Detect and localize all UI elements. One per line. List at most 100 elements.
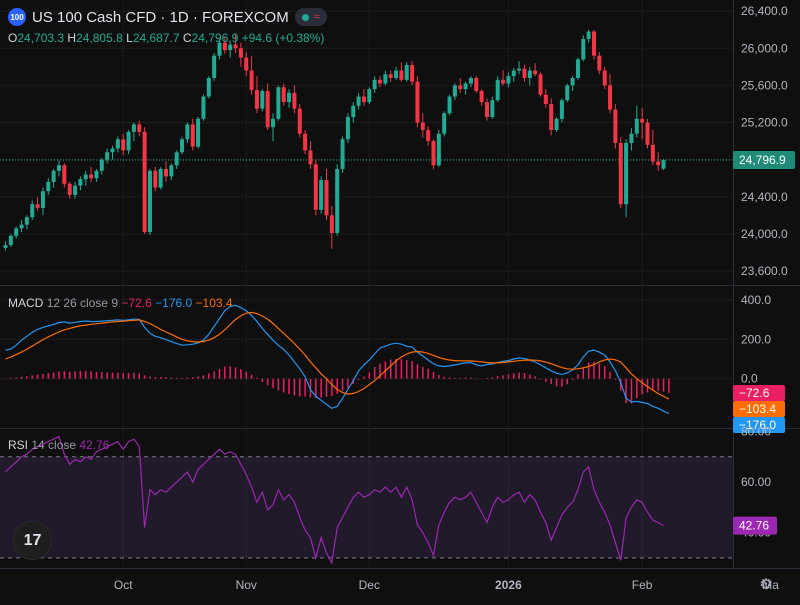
macd-hist-bar xyxy=(598,363,601,379)
gear-icon[interactable]: ⚙ xyxy=(757,576,775,594)
ohlc-high-label: H xyxy=(67,31,77,45)
macd-hist-bar xyxy=(577,374,579,379)
rsi-legend[interactable]: RSI 14 close 42.76 xyxy=(8,438,109,452)
macd-hist-bar xyxy=(250,374,253,379)
macd-hist-bar xyxy=(63,371,66,379)
time-tick-label: Nov xyxy=(236,578,257,592)
candle-body xyxy=(3,245,8,248)
macd-hist-bar xyxy=(341,378,344,391)
candle-body xyxy=(394,70,399,78)
macd-tick-label: 0.0 xyxy=(741,372,758,386)
macd-hist-bar xyxy=(614,378,617,380)
candle-body xyxy=(324,180,329,216)
market-status-pill[interactable]: ≈ xyxy=(294,8,327,26)
candle-body xyxy=(99,159,104,171)
ohlc-close-label: C xyxy=(182,31,192,45)
candle-body xyxy=(19,224,24,229)
macd-hist-bar xyxy=(422,366,424,379)
candle-body xyxy=(271,118,275,128)
candle-body xyxy=(308,150,313,165)
candle-body xyxy=(265,90,270,128)
macd-hist-bar xyxy=(448,377,451,379)
macd-hist-bar xyxy=(229,366,231,379)
macd-hist-bar xyxy=(85,370,87,379)
candle-body xyxy=(549,103,554,130)
candle-body xyxy=(527,70,532,78)
macd-hist-bar xyxy=(106,372,108,379)
macd-hist-bar xyxy=(561,378,563,387)
candle-body xyxy=(174,152,179,166)
candle-body xyxy=(57,165,61,171)
candle-body xyxy=(367,89,372,103)
macd-hist-bar xyxy=(159,376,162,379)
candle-body xyxy=(624,142,629,205)
rsi-legend-params: 14 close xyxy=(31,438,77,452)
candle-body xyxy=(24,217,29,225)
candle-body xyxy=(442,113,447,134)
macd-hist-bar xyxy=(58,371,60,379)
candle-body xyxy=(490,100,495,117)
macd-hist-bar xyxy=(299,378,301,397)
candle-body xyxy=(287,92,292,103)
candle-body xyxy=(46,181,51,192)
macd-hist-bar xyxy=(47,372,50,379)
macd-hist-bar xyxy=(411,361,413,379)
macd-hist-bar xyxy=(90,371,92,379)
candle-body xyxy=(233,44,238,49)
candle-body xyxy=(131,124,136,132)
macd-hist-bar xyxy=(368,372,371,379)
candle-body xyxy=(206,77,211,97)
macd-hist-bar xyxy=(74,371,76,379)
symbol-title[interactable]: US 100 Cash CFD · 1D · FOREXCOM xyxy=(32,9,289,26)
candle-body xyxy=(634,118,639,134)
macd-legend-name: MACD xyxy=(8,296,44,310)
candle-body xyxy=(110,148,115,153)
macd-legend-signal: −103.4 xyxy=(195,296,233,310)
candle-body xyxy=(351,105,356,117)
candle-body xyxy=(62,165,67,184)
rsi-tick-label: 80.00 xyxy=(741,425,771,439)
candle-body xyxy=(650,144,655,162)
candle-body xyxy=(474,77,479,91)
macd-hist-bar xyxy=(641,378,643,395)
macd-hist-bar xyxy=(523,372,526,379)
macd-hist-bar xyxy=(208,373,210,379)
macd-hist-bar xyxy=(491,377,494,379)
macd-hist-bar xyxy=(36,374,39,379)
candle-body xyxy=(608,85,613,110)
macd-legend[interactable]: MACD 12 26 close 9 −72.6 −176.0 −103.4 xyxy=(8,296,233,310)
candle-body xyxy=(356,96,361,106)
macd-hist-bar xyxy=(550,378,552,385)
candle-body xyxy=(378,79,382,84)
candle-body xyxy=(345,116,350,140)
candle-body xyxy=(169,165,174,177)
macd-hist-bar xyxy=(657,378,659,391)
candle-body xyxy=(115,139,120,149)
candle-body xyxy=(602,70,607,86)
rsi-legend-value: 42.76 xyxy=(79,438,110,452)
candle-body xyxy=(260,90,265,109)
candle-body xyxy=(30,204,35,218)
macd-hist-bar xyxy=(566,378,568,385)
macd-hist-bar xyxy=(4,378,7,380)
macd-hist-bar xyxy=(165,377,167,379)
price-tick-label: 24,400.0 xyxy=(741,190,788,204)
candle-body xyxy=(463,83,468,90)
macd-hist-bar xyxy=(636,378,638,399)
candle-body xyxy=(618,142,623,205)
macd-hist-bar xyxy=(272,378,274,389)
tradingview-logo-icon[interactable]: 17 xyxy=(13,521,52,560)
price-tick-label: 26,000.0 xyxy=(741,41,788,55)
candle-body xyxy=(410,64,415,82)
macd-line xyxy=(5,304,670,414)
candle-body xyxy=(426,129,431,142)
macd-hist-bar xyxy=(218,368,221,379)
rsi-legend-name: RSI xyxy=(8,438,29,452)
macd-hist-bar xyxy=(470,377,472,379)
macd-hist-bar xyxy=(454,377,456,379)
candle-body xyxy=(340,139,345,169)
candle-body xyxy=(212,55,217,78)
macd-hist-bar xyxy=(427,368,429,379)
ohlc-readout: O24,703.3 H24,805.8 L24,687.7 C24,796.9 … xyxy=(8,31,324,45)
macd-hist-bar xyxy=(363,376,365,379)
